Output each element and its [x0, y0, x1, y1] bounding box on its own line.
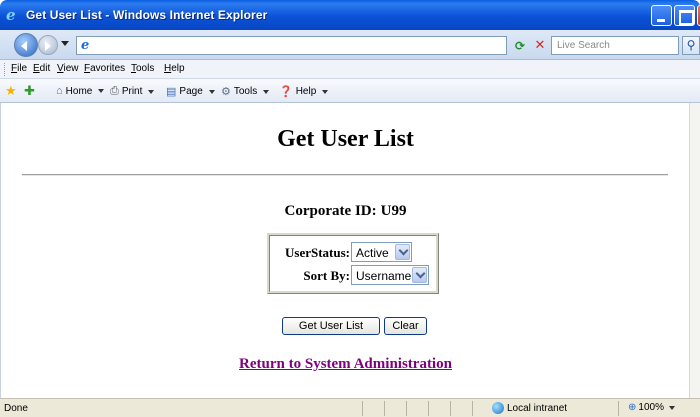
window-title: Get User List - Windows Internet Explore… — [26, 8, 268, 22]
page-content: Get User List Corporate ID: U99 UserStatu… — [0, 103, 689, 398]
corporate-id-label: Corporate ID: — [284, 203, 377, 219]
get-user-list-button[interactable]: Get User List — [282, 317, 380, 335]
chevron-down-icon — [322, 89, 329, 97]
printer-icon: ⎙ — [110, 85, 119, 97]
page-icon: ▤ — [166, 86, 177, 98]
chevron-down-icon — [98, 89, 105, 96]
chevron-down-icon — [208, 89, 215, 97]
page-label: Page — [179, 86, 203, 97]
gear-icon: ⚙ — [221, 86, 231, 98]
print-button[interactable]: ⎙ Print — [110, 85, 155, 98]
security-zone[interactable]: Local intranet — [492, 402, 567, 414]
user-status-select[interactable]: Active — [351, 242, 412, 262]
chevron-down-icon[interactable] — [395, 244, 410, 260]
sort-by-row: Sort By: Username — [270, 265, 436, 285]
home-button[interactable]: ⌂ Home — [56, 85, 105, 97]
zoom-level: 100% — [638, 402, 664, 413]
add-favorites-icon[interactable]: ✚ — [24, 83, 35, 99]
chevron-down-icon[interactable] — [412, 267, 427, 283]
chevron-down-icon — [263, 89, 270, 97]
page-icon: e — [81, 38, 90, 53]
home-icon: ⌂ — [56, 85, 63, 97]
menu-bar: File Edit View Favorites Tools Help — [0, 60, 700, 79]
address-toolbar: e ⟳ ✕ Live Search ⚲ — [0, 30, 700, 60]
sort-by-label: Sort By: — [303, 268, 350, 283]
page-menu-button[interactable]: ▤ Page — [166, 85, 215, 98]
menu-help[interactable]: Help — [164, 63, 185, 74]
user-status-row: UserStatus: Active — [270, 242, 436, 262]
menu-view[interactable]: View — [57, 63, 79, 74]
status-divider — [362, 401, 363, 416]
back-button[interactable] — [14, 33, 38, 57]
corporate-id-value: U99 — [380, 203, 407, 219]
corporate-id: Corporate ID: U99 — [1, 203, 689, 220]
status-divider — [450, 401, 451, 416]
tools-menu-button[interactable]: ⚙ Tools — [221, 85, 270, 98]
favorites-star-icon[interactable]: ★ — [5, 83, 17, 99]
menu-file[interactable]: File — [11, 63, 27, 74]
toolbar-grip[interactable] — [4, 63, 6, 76]
clear-button[interactable]: Clear — [384, 317, 427, 335]
command-bar: ★ ✚ ⌂ Home ⎙ Print ▤ Page ⚙ Tools ❓ Help — [0, 79, 700, 103]
maximize-button[interactable] — [674, 5, 695, 26]
address-field[interactable]: e — [76, 36, 577, 55]
status-divider — [406, 401, 407, 416]
recent-pages-dropdown[interactable] — [61, 41, 69, 50]
sort-by-select[interactable]: Username — [351, 265, 429, 285]
status-divider — [384, 401, 385, 416]
home-label: Home — [65, 85, 93, 97]
stop-icon[interactable]: ✕ — [532, 38, 548, 54]
help-menu-button[interactable]: ❓ Help — [279, 85, 329, 98]
search-input[interactable]: Live Search — [551, 36, 679, 55]
page-title: Get User List — [277, 126, 414, 152]
filter-panel: UserStatus: Active Sort By: Username — [267, 233, 439, 294]
menu-edit[interactable]: Edit — [33, 63, 50, 74]
help-label: Help — [295, 86, 317, 97]
zoom-icon: ⊕ — [628, 402, 637, 413]
forward-button[interactable] — [38, 35, 58, 55]
title-bar: e Get User List - Windows Internet Explo… — [0, 0, 700, 30]
zone-label: Local intranet — [507, 402, 568, 414]
vertical-scrollbar[interactable] — [689, 103, 700, 398]
chevron-down-icon — [668, 405, 675, 413]
sort-by-value: Username — [356, 269, 412, 283]
status-divider — [428, 401, 429, 416]
chevron-down-icon — [148, 89, 155, 97]
zoom-control[interactable]: ⊕ 100% — [628, 402, 675, 413]
menu-favorites[interactable]: Favorites — [84, 63, 125, 74]
intranet-globe-icon — [492, 402, 504, 414]
minimize-button[interactable] — [651, 5, 672, 26]
ie-logo-icon: e — [6, 6, 16, 24]
refresh-icon[interactable]: ⟳ — [512, 38, 528, 54]
return-to-admin-link[interactable]: Return to System Administration — [1, 356, 689, 373]
status-bar: Done Local intranet ⊕ 100% — [0, 398, 700, 417]
status-divider — [618, 401, 619, 416]
print-label: Print — [121, 86, 143, 97]
menu-tools[interactable]: Tools — [131, 63, 154, 74]
status-divider — [472, 401, 473, 416]
search-icon[interactable]: ⚲ — [682, 36, 700, 55]
horizontal-rule — [22, 174, 668, 176]
user-status-label: UserStatus: — [285, 245, 350, 260]
tools-label: Tools — [233, 86, 258, 97]
user-status-value: Active — [356, 246, 389, 260]
help-icon: ❓ — [279, 86, 293, 98]
status-text: Done — [4, 403, 28, 414]
